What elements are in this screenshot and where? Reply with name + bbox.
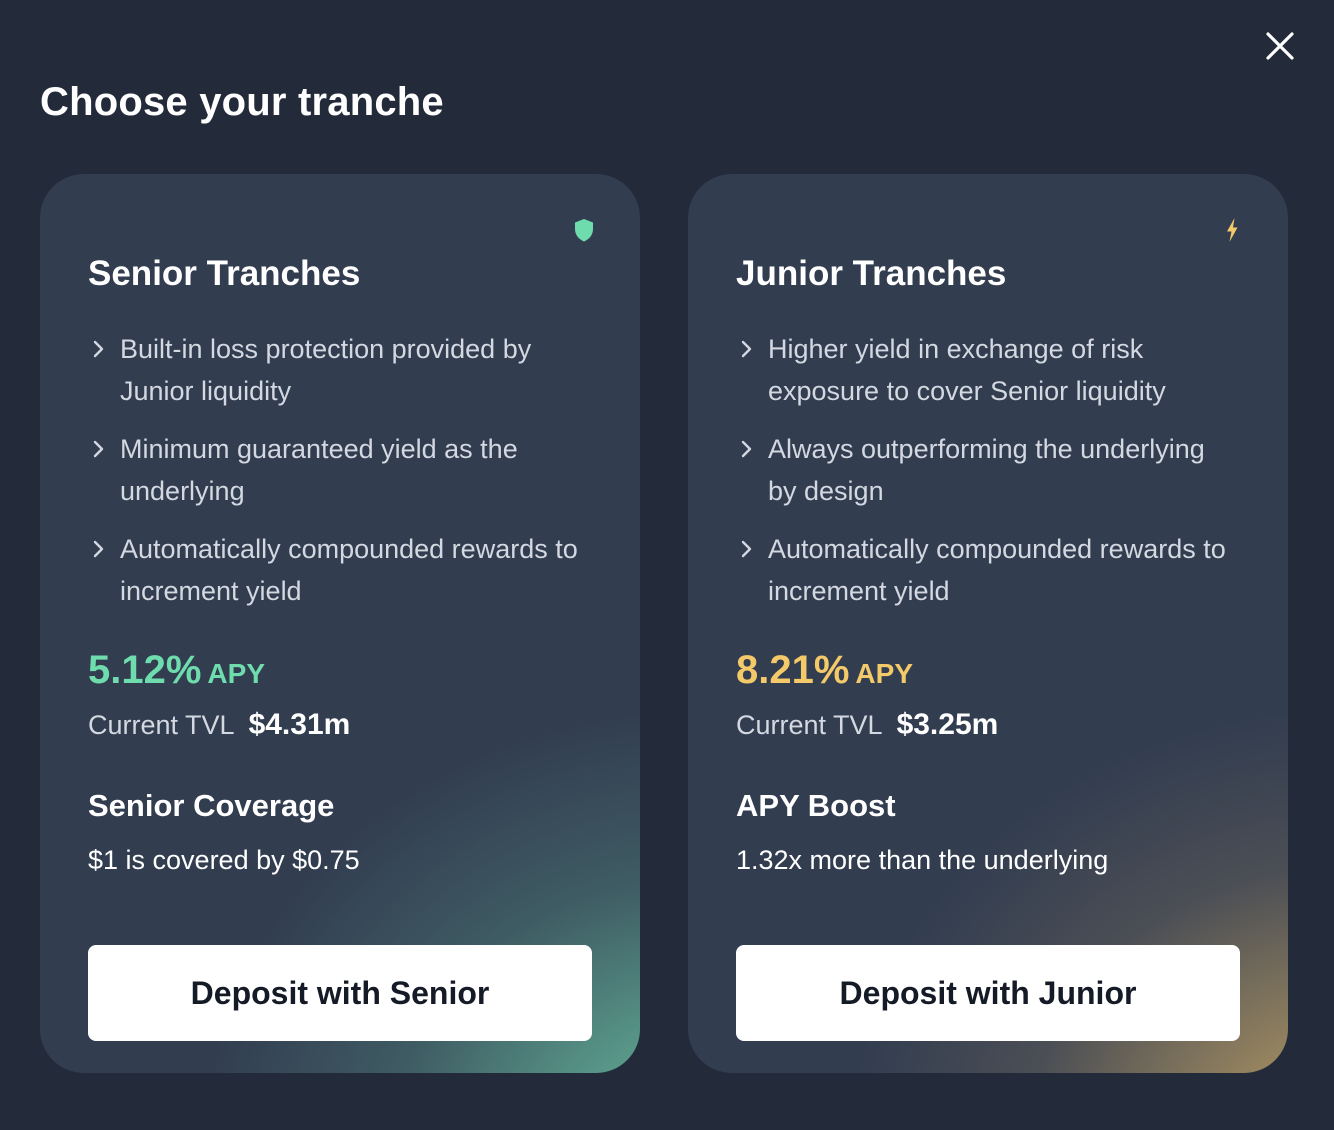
close-icon xyxy=(1266,32,1294,60)
feature-item: Built-in loss protection provided by Jun… xyxy=(88,328,588,412)
chevron-right-icon xyxy=(740,439,754,459)
feature-text: Automatically compounded rewards to incr… xyxy=(768,534,1226,606)
senior-tranche-card: Senior Tranches Built-in loss protection… xyxy=(40,174,640,1073)
feature-item: Always outperforming the underlying by d… xyxy=(736,428,1236,512)
apy-unit: APY xyxy=(855,658,913,689)
tvl-label: Current TVL xyxy=(736,710,883,740)
card-title: Junior Tranches xyxy=(736,254,1007,293)
junior-tranche-card: Junior Tranches Higher yield in exchange… xyxy=(688,174,1288,1073)
feature-text: Higher yield in exchange of risk exposur… xyxy=(768,334,1166,406)
apy-value: 8.21% xyxy=(736,648,850,692)
apy-unit: APY xyxy=(207,658,265,689)
apy-display: 8.21% APY xyxy=(736,648,913,693)
tvl-label: Current TVL xyxy=(88,710,235,740)
shield-icon xyxy=(570,216,598,244)
tvl-value: $4.31m xyxy=(248,708,351,741)
card-title: Senior Tranches xyxy=(88,254,361,293)
deposit-senior-button[interactable]: Deposit with Senior xyxy=(88,945,592,1041)
page-title: Choose your tranche xyxy=(40,80,444,124)
chevron-right-icon xyxy=(92,339,106,359)
coverage-description: $1 is covered by $0.75 xyxy=(88,845,360,875)
chevron-right-icon xyxy=(740,539,754,559)
coverage-title: Senior Coverage xyxy=(88,788,335,823)
feature-list: Higher yield in exchange of risk exposur… xyxy=(736,328,1236,628)
lightning-icon xyxy=(1218,216,1246,244)
apy-value: 5.12% xyxy=(88,648,202,692)
feature-item: Higher yield in exchange of risk exposur… xyxy=(736,328,1236,412)
tvl-display: Current TVL $3.25m xyxy=(736,708,998,742)
chevron-right-icon xyxy=(740,339,754,359)
tvl-display: Current TVL $4.31m xyxy=(88,708,350,742)
chevron-right-icon xyxy=(92,539,106,559)
feature-item: Automatically compounded rewards to incr… xyxy=(736,528,1236,612)
feature-text: Minimum guaranteed yield as the underlyi… xyxy=(120,434,518,506)
tvl-value: $3.25m xyxy=(896,708,999,741)
deposit-junior-button[interactable]: Deposit with Junior xyxy=(736,945,1240,1041)
close-button[interactable] xyxy=(1262,28,1298,64)
feature-item: Minimum guaranteed yield as the underlyi… xyxy=(88,428,588,512)
chevron-right-icon xyxy=(92,439,106,459)
feature-item: Automatically compounded rewards to incr… xyxy=(88,528,588,612)
feature-text: Built-in loss protection provided by Jun… xyxy=(120,334,532,406)
apy-display: 5.12% APY xyxy=(88,648,265,693)
apy-boost-title: APY Boost xyxy=(736,788,896,823)
feature-text: Automatically compounded rewards to incr… xyxy=(120,534,578,606)
apy-boost-description: 1.32x more than the underlying xyxy=(736,845,1109,875)
feature-text: Always outperforming the underlying by d… xyxy=(768,434,1205,506)
feature-list: Built-in loss protection provided by Jun… xyxy=(88,328,588,628)
